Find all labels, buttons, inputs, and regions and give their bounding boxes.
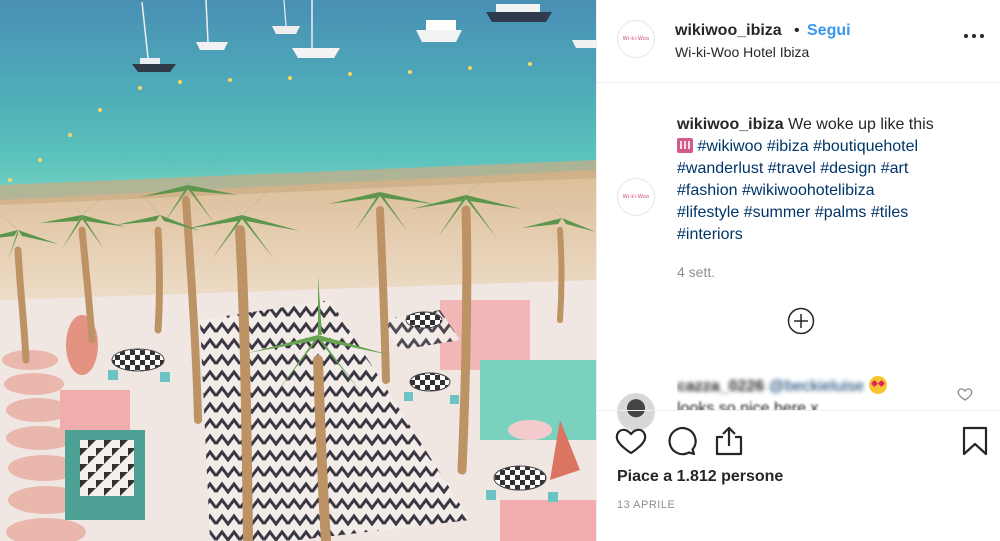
hashtag-link[interactable]: #wikiwoohotelibiza <box>742 182 875 199</box>
hashtag-link[interactable]: #boutiquehotel <box>813 138 918 155</box>
hashtag-link[interactable]: #wikiwoo <box>697 138 762 155</box>
location-link[interactable]: Wi-ki-Woo Hotel Ibiza <box>675 44 809 60</box>
hotel-emoji-icon <box>677 138 693 153</box>
hashtag-link[interactable]: #travel <box>768 160 816 177</box>
post-details-panel: Wi-ki-Woo wikiwoo_ibiza • Segui Wi-ki-Wo… <box>596 0 1000 541</box>
account-username[interactable]: wikiwoo_ibiza <box>675 22 782 40</box>
actions-divider <box>597 410 1000 411</box>
hashtag-link[interactable]: #art <box>881 160 909 177</box>
likes-count[interactable]: Piace a 1.812 persone <box>617 468 783 486</box>
post-photo[interactable] <box>0 0 596 541</box>
hashtag-link[interactable]: #ibiza <box>767 138 809 155</box>
post-caption: wikiwoo_ibiza We woke up like this #wiki… <box>677 114 977 246</box>
comment-mention[interactable]: @beckieluise <box>769 378 864 395</box>
caption-text: We woke up like this <box>788 116 934 133</box>
caption-time-ago[interactable]: 4 sett. <box>677 264 715 280</box>
more-options-icon[interactable] <box>961 31 987 41</box>
comment-text: looks so nice here x <box>677 400 819 410</box>
caption-avatar-logo-text: Wi-ki-Woo <box>622 194 650 200</box>
hashtag-link[interactable]: #wanderlust <box>677 160 763 177</box>
share-icon[interactable] <box>713 425 745 457</box>
follow-button[interactable]: Segui <box>807 22 851 40</box>
hashtag-link[interactable]: #palms <box>815 204 867 221</box>
commenter-username[interactable]: cazza_0226 <box>677 378 764 395</box>
caption-avatar[interactable]: Wi-ki-Woo <box>617 178 655 216</box>
post-date[interactable]: 13 APRILE <box>617 499 675 511</box>
hashtag-link[interactable]: #interiors <box>677 226 743 243</box>
caption-username[interactable]: wikiwoo_ibiza <box>677 116 784 133</box>
load-more-comments-icon[interactable] <box>787 307 815 335</box>
avatar-logo-text: Wi-ki-Woo <box>622 36 650 42</box>
comment-item: cazza_0226 @beckieluise looks so nice he… <box>677 376 967 410</box>
hashtag-link[interactable]: #summer <box>744 204 811 221</box>
comment-heart-icon[interactable] <box>957 386 973 402</box>
hashtag-link[interactable]: #lifestyle <box>677 204 739 221</box>
header-separator: • <box>794 22 800 39</box>
hashtag-link[interactable]: #design <box>820 160 876 177</box>
heart-icon[interactable] <box>615 425 647 457</box>
heart-eyes-emoji-icon <box>868 376 887 394</box>
comment-icon[interactable] <box>665 425 697 457</box>
bookmark-icon[interactable] <box>959 425 991 457</box>
hashtag-link[interactable]: #fashion <box>677 182 738 199</box>
header-divider <box>597 82 1000 83</box>
hashtag-link[interactable]: #tiles <box>871 204 908 221</box>
account-avatar[interactable]: Wi-ki-Woo <box>617 20 655 58</box>
